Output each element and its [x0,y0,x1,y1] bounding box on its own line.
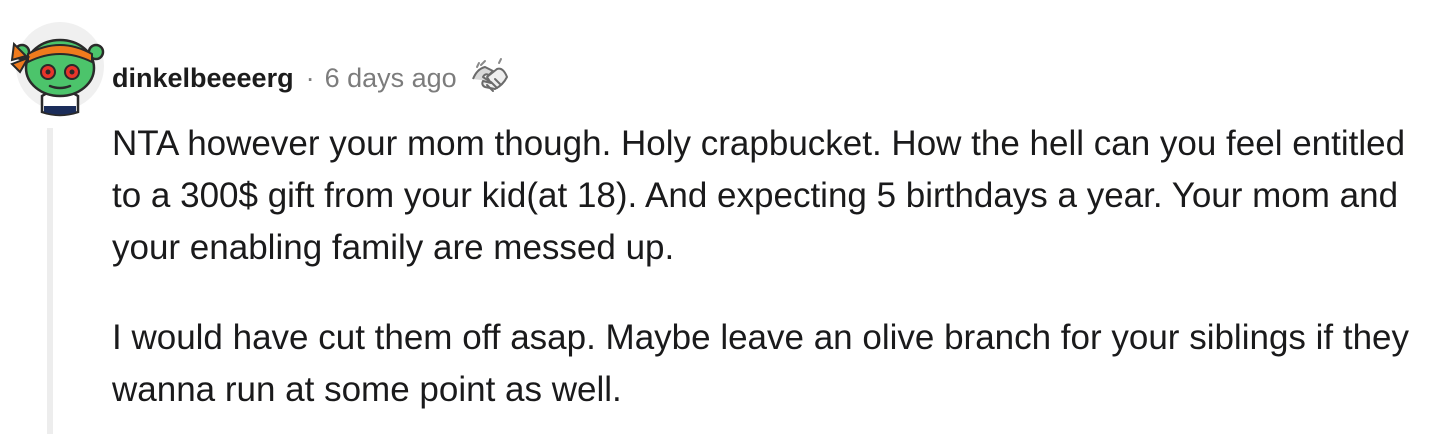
snoo-avatar-icon[interactable] [8,14,112,118]
comment-meta: dinkelbeeeerg · 6 days ago [112,56,513,100]
username-link[interactable]: dinkelbeeeerg [112,63,294,94]
comment-paragraph: NTA however your mom though. Holy crapbu… [112,124,1406,267]
comment-body: NTA however your mom though. Holy crapbu… [112,118,1412,416]
comment-paragraph: I would have cut them off asap. Maybe le… [112,318,1410,409]
comment-timestamp[interactable]: 6 days ago [325,63,457,94]
wholesome-handshake-icon[interactable] [467,55,513,101]
comment: dinkelbeeeerg · 6 days ago NTA however y… [0,0,1438,434]
thread-collapse-line[interactable] [47,128,53,434]
meta-separator: · [305,62,315,93]
